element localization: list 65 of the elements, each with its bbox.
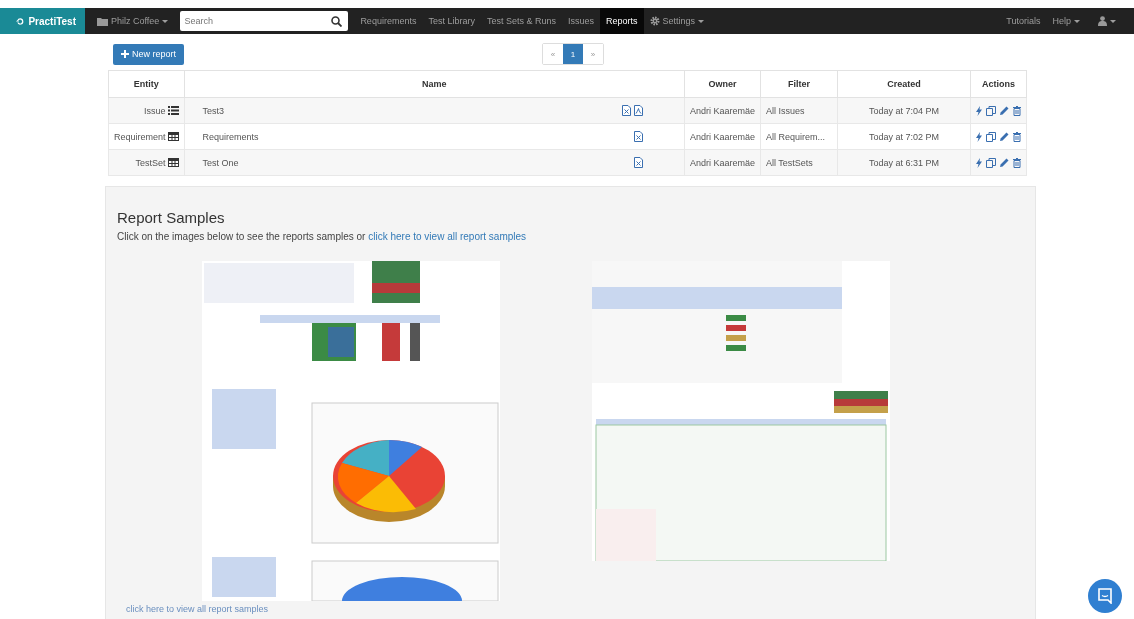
entity-label: Requirement bbox=[114, 131, 166, 142]
search-field[interactable]: Search bbox=[180, 11, 349, 31]
caret-icon bbox=[698, 19, 705, 23]
caret-icon bbox=[1110, 19, 1116, 23]
filter-cell: All TestSets bbox=[760, 149, 838, 176]
caret-icon bbox=[162, 19, 169, 23]
spreadsheet-file-icon[interactable] bbox=[633, 131, 643, 142]
column-header: Created bbox=[837, 70, 971, 98]
gear-icon bbox=[649, 16, 660, 26]
spreadsheet-file-icon[interactable] bbox=[633, 157, 643, 168]
table-icon bbox=[167, 132, 179, 141]
filter-cell: All Issues bbox=[760, 97, 838, 124]
column-header: Actions bbox=[970, 70, 1027, 98]
intro-text: Click on the images below to see the reports samples or click here to view all report samples bbox=[117, 231, 528, 242]
nav-link[interactable]: Help bbox=[1046, 8, 1086, 34]
owner-cell: Andri Kaaremäe bbox=[684, 97, 761, 124]
pencil-icon[interactable] bbox=[1000, 106, 1009, 115]
section-title: Report Samples bbox=[117, 209, 226, 226]
spreadsheet-file-icon[interactable] bbox=[621, 105, 631, 116]
nav-link[interactable]: Reports bbox=[600, 8, 644, 34]
lightning-icon[interactable] bbox=[976, 105, 982, 116]
column-header: Owner bbox=[684, 70, 761, 98]
chat-icon bbox=[1097, 588, 1113, 604]
nav-link[interactable]: Test Library bbox=[422, 8, 481, 34]
nav-link[interactable]: Test Sets & Runs bbox=[480, 8, 562, 34]
search-icon bbox=[331, 15, 343, 27]
created-cell: Today at 7:04 PM bbox=[837, 97, 971, 124]
settings-menu[interactable]: Settings bbox=[643, 8, 711, 34]
page-button[interactable]: 1 bbox=[563, 44, 583, 64]
list-icon bbox=[167, 106, 179, 115]
copy-icon[interactable] bbox=[986, 157, 996, 168]
user-icon bbox=[1098, 16, 1107, 26]
created-cell: Today at 6:31 PM bbox=[837, 149, 971, 176]
created-cell: Today at 7:02 PM bbox=[837, 123, 971, 150]
trash-icon[interactable] bbox=[1013, 105, 1021, 116]
samples-link[interactable]: click here to view all report samples bbox=[368, 231, 527, 242]
lightning-icon[interactable] bbox=[976, 131, 982, 142]
pencil-icon[interactable] bbox=[1000, 158, 1009, 167]
nav-link[interactable]: Issues bbox=[561, 8, 600, 34]
column-header: Entity bbox=[108, 70, 185, 98]
chat-button[interactable] bbox=[1088, 579, 1122, 613]
filter-cell: All Requirem... bbox=[760, 123, 838, 150]
column-header: Name bbox=[184, 70, 685, 98]
copy-icon[interactable] bbox=[986, 131, 996, 142]
lightning-icon[interactable] bbox=[976, 157, 982, 168]
brand-name: PractiTest bbox=[28, 15, 76, 27]
owner-cell: Andri Kaaremäe bbox=[684, 123, 761, 150]
nav-link[interactable]: Requirements bbox=[354, 8, 423, 34]
trash-icon[interactable] bbox=[1013, 131, 1021, 142]
nav-link[interactable]: Tutorials bbox=[1000, 8, 1047, 34]
project-dropdown[interactable]: Philz Coffee bbox=[85, 8, 181, 34]
entity-label: Issue bbox=[144, 105, 166, 116]
column-header: Filter bbox=[760, 70, 838, 98]
entity-label: TestSet bbox=[135, 157, 166, 168]
plus-icon bbox=[121, 50, 129, 58]
copy-icon[interactable] bbox=[986, 105, 996, 116]
brand-logo[interactable]: PractiTest bbox=[0, 8, 85, 34]
pencil-icon[interactable] bbox=[1000, 132, 1009, 141]
trash-icon[interactable] bbox=[1013, 157, 1021, 168]
new-report-button[interactable]: New report bbox=[113, 43, 184, 65]
owner-cell: Andri Kaaremäe bbox=[684, 149, 761, 176]
samples-link[interactable]: click here to view all report samples bbox=[126, 604, 269, 614]
document-file-icon[interactable] bbox=[633, 105, 643, 116]
folder-icon bbox=[97, 16, 108, 26]
table-icon bbox=[167, 158, 179, 167]
